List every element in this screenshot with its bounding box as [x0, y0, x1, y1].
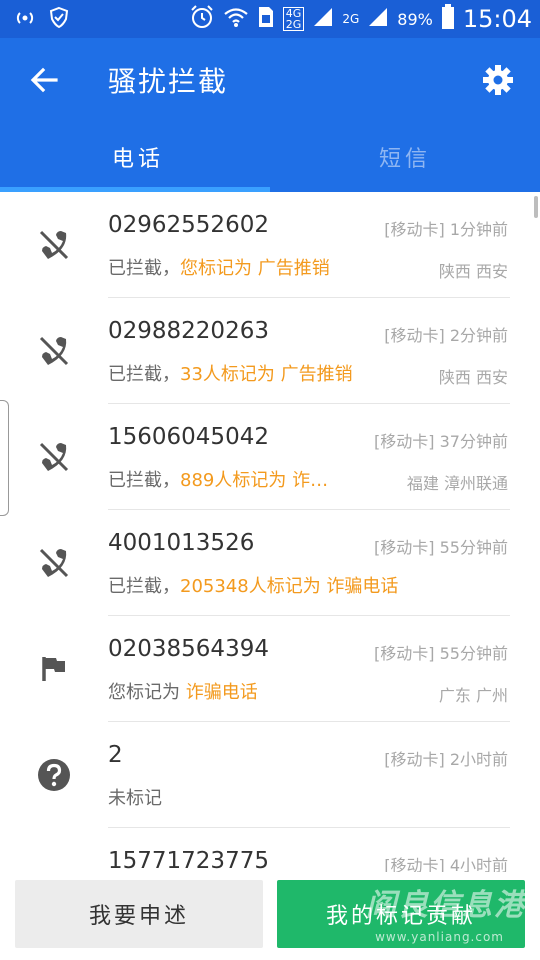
alarm-icon — [189, 4, 215, 34]
list-item[interactable]: 02988220263 [移动卡] 2分钟前 已拦截，33人标记为 广告推销 陕… — [0, 298, 540, 404]
phone-number: 2 — [108, 742, 123, 768]
network-2g-label: 2G — [285, 18, 302, 31]
call-time: 4小时前 — [449, 856, 508, 872]
phone-number: 02962552602 — [108, 212, 269, 238]
phone-number: 15606045042 — [108, 424, 269, 450]
signal-strength-icon — [312, 6, 334, 32]
signal-broadcast-icon — [14, 6, 36, 32]
shield-icon — [48, 6, 70, 32]
status-tag: 889人标记为 诈… — [180, 470, 329, 491]
row-status: 已拦截，889人标记为 诈… — [108, 466, 328, 492]
status-prefix: 未标记 — [108, 788, 162, 809]
list-item[interactable]: 02038564394 [移动卡] 55分钟前 您标记为 诈骗电话 广东 广州 — [0, 616, 540, 722]
appeal-button[interactable]: 我要申述 — [15, 880, 263, 948]
list-item[interactable]: 4001013526 [移动卡] 55分钟前 已拦截，205348人标记为 诈骗… — [0, 510, 540, 616]
row-meta: [移动卡] 55分钟前 — [374, 534, 508, 558]
row-meta: [移动卡] 2分钟前 — [384, 322, 508, 346]
minus-icon — [36, 858, 72, 872]
status-prefix: 已拦截， — [108, 364, 180, 385]
status-tag: 您标记为 广告推销 — [180, 258, 330, 279]
row-status: 已拦截，205348人标记为 诈骗电话 — [108, 572, 398, 598]
sim-card-label: [移动卡] — [384, 856, 445, 872]
caller-location: 陕西 西安 — [438, 368, 508, 387]
call-time: 2小时前 — [449, 750, 508, 769]
status-prefix: 已拦截， — [108, 470, 180, 491]
status-tag: 33人标记为 广告推销 — [180, 364, 353, 385]
list-item[interactable]: 02962552602 [移动卡] 1分钟前 已拦截，您标记为 广告推销 陕西 … — [0, 192, 540, 298]
phone-number: 02988220263 — [108, 318, 269, 344]
row-meta: [移动卡] 4小时前 — [384, 852, 508, 872]
list-item[interactable]: 15606045042 [移动卡] 37分钟前 已拦截，889人标记为 诈… 福… — [0, 404, 540, 510]
battery-percent: 89% — [397, 9, 433, 29]
arrow-left-icon — [30, 67, 58, 93]
network-2g-secondary: 2G — [342, 12, 360, 26]
call-blocked-icon — [36, 545, 72, 581]
edge-panel-handle[interactable] — [0, 400, 9, 516]
signal-strength-secondary-icon — [367, 6, 389, 32]
status-bar: 4G 2G 2G 89% 15:04 — [0, 0, 540, 38]
row-meta: [移动卡] 55分钟前 — [374, 640, 508, 664]
sim-card-label: [移动卡] — [374, 644, 435, 663]
sim-card-icon — [257, 5, 275, 33]
sim-card-label: [移动卡] — [384, 326, 445, 345]
row-meta: [移动卡] 37分钟前 — [374, 428, 508, 452]
row-meta: [移动卡] 1分钟前 — [384, 216, 508, 240]
row-meta: [移动卡] 2小时前 — [384, 746, 508, 770]
row-status: 未标记 — [108, 784, 162, 810]
sim-card-label: [移动卡] — [374, 538, 435, 557]
watermark-text: 阎良信息港 — [366, 888, 526, 923]
tab-bar: 电话 短信 — [0, 122, 540, 192]
status-prefix: 已拦截， — [108, 576, 180, 597]
sim-card-label: [移动卡] — [384, 220, 445, 239]
back-button[interactable] — [22, 58, 66, 102]
call-time: 2分钟前 — [449, 326, 508, 345]
call-time: 1分钟前 — [449, 220, 508, 239]
call-time: 55分钟前 — [439, 644, 508, 663]
status-tag: 205348人标记为 诈骗电话 — [180, 576, 399, 597]
row-status: 已拦截，33人标记为 广告推销 — [108, 360, 353, 386]
tab-sms-label: 短信 — [378, 147, 431, 172]
status-prefix: 已拦截， — [108, 258, 180, 279]
watermark-url: www.yanliang.com — [375, 930, 504, 944]
call-time: 55分钟前 — [439, 538, 508, 557]
tab-calls[interactable]: 电话 — [0, 122, 270, 192]
phone-number: 02038564394 — [108, 636, 269, 662]
caller-location: 陕西 西安 — [438, 262, 508, 281]
caller-location: 广东 广州 — [438, 686, 508, 705]
app-bar: 骚扰拦截 — [0, 38, 540, 122]
settings-button[interactable] — [478, 60, 518, 100]
gear-icon — [483, 65, 513, 95]
call-blocked-icon — [36, 333, 72, 369]
status-tag: 诈骗电话 — [185, 682, 258, 703]
appeal-button-label: 我要申述 — [88, 904, 189, 929]
caller-location: 福建 漳州联通 — [406, 474, 508, 493]
sim-card-label: [移动卡] — [384, 750, 445, 769]
call-blocked-icon — [36, 227, 72, 263]
call-blocked-icon — [36, 439, 72, 475]
list-item[interactable]: 15771723775 [移动卡] 4小时前 — [0, 828, 540, 872]
page-title: 骚扰拦截 — [108, 65, 229, 98]
flag-icon — [36, 651, 72, 687]
row-status: 已拦截，您标记为 广告推销 — [108, 254, 330, 280]
sim-card-label: [移动卡] — [374, 432, 435, 451]
row-status: 您标记为 诈骗电话 — [108, 678, 258, 704]
tab-sms[interactable]: 短信 — [270, 122, 540, 192]
question-icon — [36, 757, 72, 793]
phone-number: 15771723775 — [108, 848, 269, 872]
tab-calls-label: 电话 — [112, 147, 165, 172]
phone-number: 4001013526 — [108, 530, 255, 556]
blocked-call-list[interactable]: 02962552602 [移动卡] 1分钟前 已拦截，您标记为 广告推销 陕西 … — [0, 192, 540, 872]
status-prefix: 您标记为 — [108, 682, 186, 703]
network-type-indicator: 4G 2G — [282, 7, 305, 31]
clock-time: 15:04 — [462, 5, 532, 33]
list-item[interactable]: 2 [移动卡] 2小时前 未标记 — [0, 722, 540, 828]
call-time: 37分钟前 — [439, 432, 508, 451]
wifi-icon — [223, 6, 249, 32]
battery-icon — [441, 4, 455, 34]
scrollbar[interactable] — [534, 196, 538, 218]
